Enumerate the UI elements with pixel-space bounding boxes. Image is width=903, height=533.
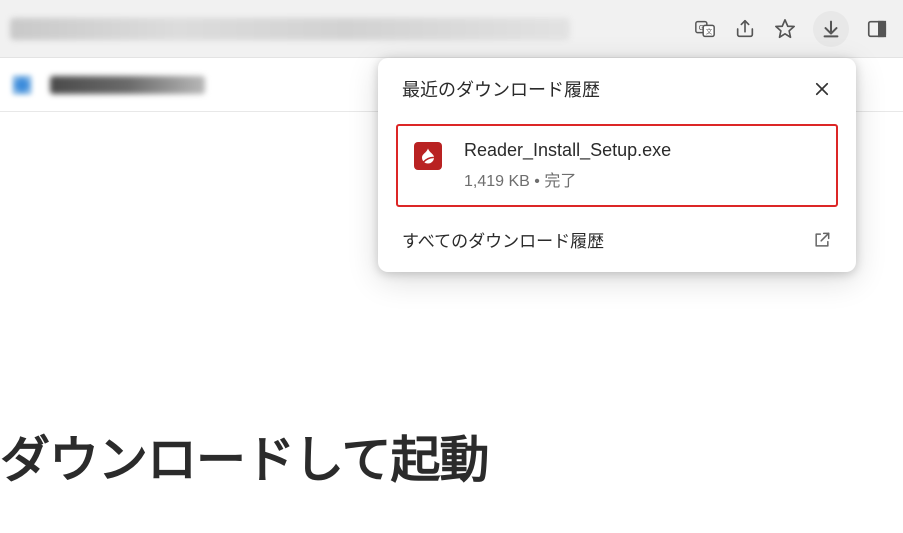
- downloads-popup: 最近のダウンロード履歴 Reader_Install_Setup.exe 1,4…: [378, 58, 856, 272]
- all-downloads-link[interactable]: すべてのダウンロード履歴: [402, 227, 604, 252]
- downloads-button[interactable]: [813, 11, 849, 47]
- downloads-popup-header: 最近のダウンロード履歴: [378, 58, 856, 116]
- svg-text:文: 文: [706, 27, 713, 36]
- bookmark-star-icon[interactable]: [773, 17, 797, 41]
- side-panel-icon[interactable]: [865, 17, 889, 41]
- page-headline: ダウンロードして起動: [0, 420, 489, 492]
- downloads-popup-footer[interactable]: すべてのダウンロード履歴: [378, 219, 856, 268]
- open-external-icon[interactable]: [812, 230, 832, 250]
- pdf-file-icon: [414, 142, 442, 170]
- download-file-meta: 1,419 KB • 完了: [464, 167, 818, 191]
- download-file-name: Reader_Install_Setup.exe: [464, 140, 818, 161]
- svg-text:G: G: [699, 23, 705, 32]
- downloads-popup-title: 最近のダウンロード履歴: [402, 76, 600, 102]
- close-icon[interactable]: [812, 79, 832, 99]
- download-item[interactable]: Reader_Install_Setup.exe 1,419 KB • 完了: [396, 124, 838, 207]
- tab-text-blurred: [50, 76, 205, 94]
- download-arrow-icon: [819, 17, 843, 41]
- translate-icon[interactable]: G 文: [693, 17, 717, 41]
- browser-address-bar: G 文: [0, 0, 903, 58]
- favicon-blurred: [12, 75, 32, 95]
- browser-toolbar-icons: G 文: [693, 0, 903, 58]
- download-file-info: Reader_Install_Setup.exe 1,419 KB • 完了: [464, 140, 818, 191]
- share-icon[interactable]: [733, 17, 757, 41]
- url-blurred: [10, 18, 570, 40]
